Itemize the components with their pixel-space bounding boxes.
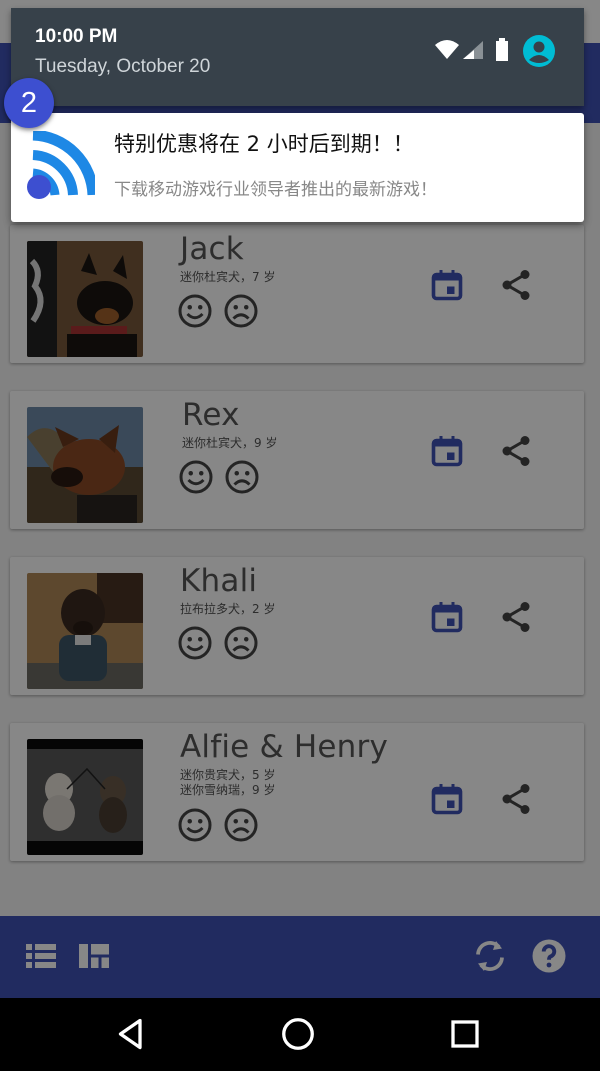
notification-card[interactable]: 特别优惠将在 2 小时后到期！！ 下载移动游戏行业领导者推出的最新游戏！ <box>11 113 584 222</box>
user-account-icon[interactable] <box>523 35 555 67</box>
battery-icon <box>496 38 508 61</box>
status-date: Tuesday, October 20 <box>35 56 211 77</box>
recents-icon[interactable] <box>447 1016 483 1052</box>
phone-screen: Jack 迷你杜宾犬，7 岁 Rex 迷你杜宾犬，9 岁 Khali 拉布拉多犬… <box>0 0 600 1071</box>
notification-shade-header[interactable]: 10:00 PM Tuesday, October 20 <box>11 8 584 106</box>
back-icon[interactable] <box>113 1016 149 1052</box>
notification-count-badge: 2 <box>4 78 54 128</box>
notification-body: 下载移动游戏行业领导者推出的最新游戏！ <box>114 180 437 200</box>
wifi-icon <box>435 40 459 59</box>
status-time: 10:00 PM <box>35 26 118 47</box>
app-cast-icon <box>27 131 95 199</box>
notification-title: 特别优惠将在 2 小时后到期！！ <box>114 132 414 156</box>
home-icon[interactable] <box>280 1016 316 1052</box>
signal-icon <box>463 41 483 59</box>
system-navigation-bar <box>0 998 600 1071</box>
